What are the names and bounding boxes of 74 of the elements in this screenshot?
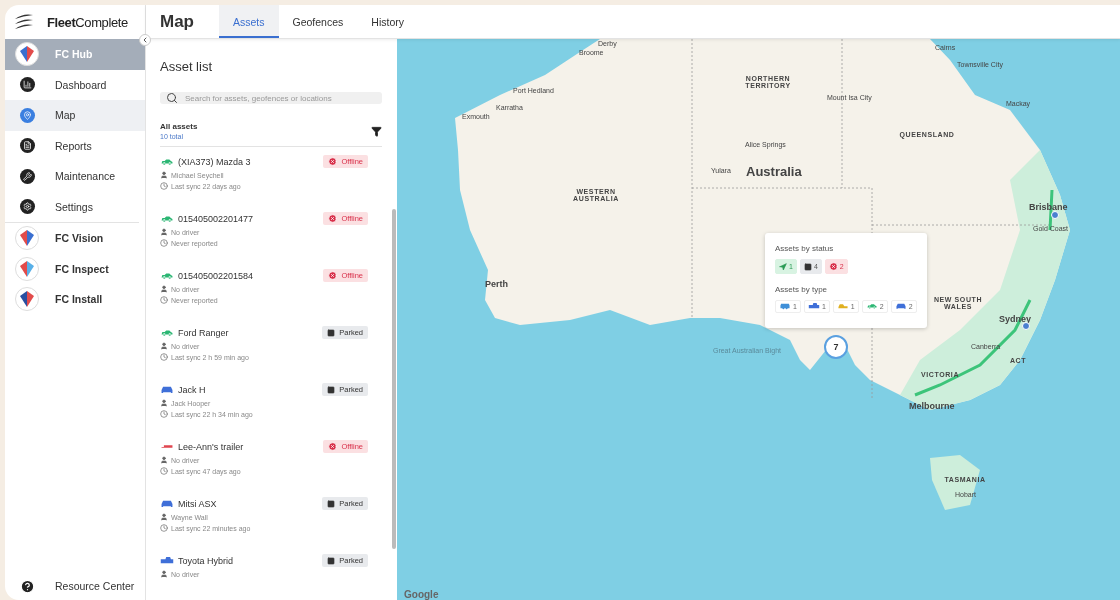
person-icon (160, 228, 168, 236)
app-logo-icon (15, 226, 39, 251)
offline-icon (828, 262, 838, 271)
nav-item[interactable]: Dashboard (5, 69, 145, 100)
person-icon (160, 342, 168, 350)
app-switcher-item[interactable]: FC Install (5, 284, 145, 315)
person-icon (160, 456, 168, 464)
clock-icon (160, 467, 168, 475)
app-logo-icon (15, 42, 39, 67)
app-logo-icon (15, 287, 39, 312)
navigation-icon (779, 262, 787, 271)
nav-item[interactable]: Maintenance (5, 161, 145, 192)
popup-heading: Assets by status (775, 244, 835, 253)
map-marker[interactable] (1051, 211, 1059, 219)
settings-icon (19, 199, 35, 215)
clock-icon (160, 296, 168, 304)
person-icon (160, 399, 168, 407)
clock-icon (160, 410, 168, 418)
tab[interactable]: History (357, 5, 418, 38)
resource-center-link[interactable]: Resource Center (55, 580, 135, 592)
search-icon (166, 92, 178, 104)
panel-title: Asset list (160, 59, 213, 74)
parked-icon (327, 385, 336, 394)
person-icon (160, 513, 168, 521)
offline-icon (328, 442, 338, 451)
clock-icon (160, 524, 168, 532)
search-field[interactable]: Search for assets, geofences or locations (160, 92, 382, 104)
asset-name[interactable]: (XIA373) Mazda 3 (160, 156, 251, 167)
map-label: Melbourne (909, 401, 955, 411)
report-icon (19, 138, 35, 154)
map-marker[interactable] (1022, 322, 1030, 330)
asset-name[interactable]: Lee-Ann's trailer (160, 441, 244, 452)
asset-name[interactable]: Ford Ranger (160, 327, 229, 338)
tab[interactable]: Geofences (278, 5, 358, 38)
nav-item[interactable]: Settings (5, 191, 145, 222)
scrollbar[interactable] (392, 209, 396, 549)
brand-name: FleetComplete (47, 14, 128, 30)
asset-name[interactable]: Toyota Hybrid (160, 555, 234, 566)
chart-icon (19, 77, 35, 93)
clock-icon (160, 353, 168, 361)
asset-name[interactable]: 015405002201477 (160, 213, 254, 224)
nav-item[interactable]: Map (5, 100, 145, 131)
parked-icon (327, 556, 336, 565)
nav-item[interactable]: Reports (5, 130, 145, 161)
person-icon (160, 570, 168, 578)
person-icon (160, 285, 168, 293)
clock-icon (160, 182, 168, 190)
asset-name[interactable]: Mitsi ASX (160, 498, 217, 509)
help-icon (19, 578, 35, 594)
wrench-icon (19, 168, 35, 184)
app-switcher-item[interactable]: FC Vision (5, 223, 145, 254)
group-name: All assets (160, 122, 198, 131)
tab[interactable]: Assets (219, 5, 279, 38)
parked-icon (327, 499, 336, 508)
page-title: Map (159, 10, 195, 33)
cluster-marker[interactable]: 7 (824, 335, 848, 359)
map-pin-icon (19, 107, 35, 123)
parked-icon (803, 262, 812, 271)
filter-button[interactable] (371, 125, 382, 140)
chevron-left-icon (141, 36, 149, 44)
person-icon (160, 171, 168, 179)
offline-icon (328, 214, 338, 223)
parked-icon (327, 328, 336, 337)
app-switcher-item[interactable]: FC Inspect (5, 253, 145, 284)
asset-name[interactable]: 015405002201584 (160, 270, 254, 281)
asset-name[interactable]: Jack H (160, 384, 206, 395)
offline-icon (328, 157, 338, 166)
map-attribution: Google (404, 589, 439, 600)
collapse-button[interactable] (139, 34, 151, 46)
map-label: Australia (746, 164, 802, 179)
app-logo-icon (15, 256, 39, 281)
offline-icon (328, 271, 338, 280)
popup-heading: Assets by type (775, 285, 829, 294)
clock-icon (160, 239, 168, 247)
